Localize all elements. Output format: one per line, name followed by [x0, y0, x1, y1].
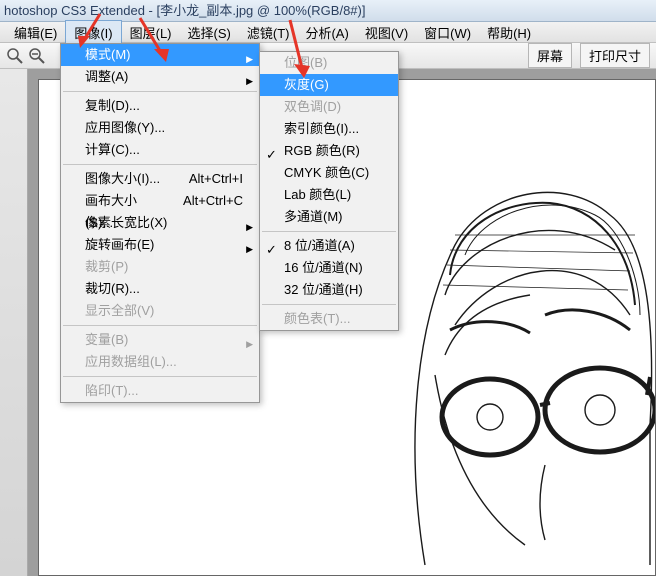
menu-item-label: 图像大小(I)... — [85, 168, 160, 190]
menu-item-label: 复制(D)... — [85, 95, 140, 117]
menu-item-label: 32 位/通道(H) — [284, 279, 363, 301]
menu-item-label: 旋转画布(E) — [85, 234, 154, 256]
menu-item: 双色调(D) — [260, 96, 398, 118]
menu-item-label: 陷印(T)... — [85, 380, 138, 402]
image-menu: 模式(M)▶调整(A)▶复制(D)...应用图像(Y)...计算(C)...图像… — [60, 43, 260, 403]
menu-item-label: 调整(A) — [85, 66, 128, 88]
menu-item[interactable]: 裁切(R)... — [61, 278, 259, 300]
menu-item[interactable]: 应用图像(Y)... — [61, 117, 259, 139]
menu-帮助(H)[interactable]: 帮助(H) — [479, 21, 539, 44]
menu-item-label: 多通道(M) — [284, 206, 343, 228]
menu-滤镜(T)[interactable]: 滤镜(T) — [239, 21, 298, 44]
menu-item-label: 像素长宽比(X) — [85, 212, 167, 234]
menu-item[interactable]: 画布大小(S)... Alt+Ctrl+C — [61, 190, 259, 212]
magnify-minus-icon — [28, 47, 46, 65]
menu-item[interactable]: 多通道(M) — [260, 206, 398, 228]
menu-item-label: 画布大小(S)... — [85, 190, 159, 212]
menu-item[interactable]: 调整(A)▶ — [61, 66, 259, 88]
menu-item-label: 显示全部(V) — [85, 300, 154, 322]
menu-item[interactable]: 索引颜色(I)... — [260, 118, 398, 140]
menu-item-label: CMYK 颜色(C) — [284, 162, 369, 184]
menu-item[interactable]: 模式(M)▶ — [61, 44, 259, 66]
menu-item-label: 16 位/通道(N) — [284, 257, 363, 279]
separator — [262, 231, 396, 232]
menu-item[interactable]: Lab 颜色(L) — [260, 184, 398, 206]
menu-item-label: 8 位/通道(A) — [284, 235, 355, 257]
menu-item[interactable]: RGB 颜色(R)✓ — [260, 140, 398, 162]
menu-分析(A)[interactable]: 分析(A) — [297, 21, 356, 44]
menu-item[interactable]: 复制(D)... — [61, 95, 259, 117]
mode-submenu: 位图(B)灰度(G)双色调(D)索引颜色(I)...RGB 颜色(R)✓CMYK… — [259, 51, 399, 331]
menu-图像(I)[interactable]: 图像(I) — [65, 20, 121, 45]
menu-视图(V)[interactable]: 视图(V) — [357, 21, 416, 44]
menu-item-shortcut: Alt+Ctrl+C — [183, 190, 243, 212]
menu-编辑(E)[interactable]: 编辑(E) — [6, 21, 65, 44]
menu-item[interactable]: 像素长宽比(X)▶ — [61, 212, 259, 234]
menu-item: 颜色表(T)... — [260, 308, 398, 330]
menu-item-label: Lab 颜色(L) — [284, 184, 351, 206]
menu-item-label: 裁剪(P) — [85, 256, 128, 278]
menu-item[interactable]: CMYK 颜色(C) — [260, 162, 398, 184]
ruler-left — [0, 69, 28, 576]
separator — [63, 325, 257, 326]
print-size-button[interactable]: 打印尺寸 — [580, 43, 650, 68]
menu-item: 裁剪(P) — [61, 256, 259, 278]
menu-item-label: 裁切(R)... — [85, 278, 140, 300]
menu-图层(L)[interactable]: 图层(L) — [122, 21, 180, 44]
menu-item: 显示全部(V) — [61, 300, 259, 322]
menu-item: 陷印(T)... — [61, 380, 259, 402]
menu-item-label: 位图(B) — [284, 52, 327, 74]
menu-item[interactable]: 16 位/通道(N) — [260, 257, 398, 279]
separator — [63, 91, 257, 92]
menu-选择(S)[interactable]: 选择(S) — [180, 21, 239, 44]
menu-item-shortcut: Alt+Ctrl+I — [189, 168, 243, 190]
menu-item-label: 变量(B) — [85, 329, 128, 351]
menu-item: 变量(B)▶ — [61, 329, 259, 351]
menu-item-label: 应用数据组(L)... — [85, 351, 177, 373]
menu-item[interactable]: 旋转画布(E)▶ — [61, 234, 259, 256]
screen-button[interactable]: 屏幕 — [528, 43, 572, 68]
menu-item[interactable]: 32 位/通道(H) — [260, 279, 398, 301]
magnify-icon — [6, 47, 24, 65]
menu-bar: 编辑(E)图像(I)图层(L)选择(S)滤镜(T)分析(A)视图(V)窗口(W)… — [0, 22, 656, 43]
menu-item-label: 应用图像(Y)... — [85, 117, 165, 139]
document-image — [395, 145, 656, 576]
menu-item[interactable]: 灰度(G) — [260, 74, 398, 96]
submenu-arrow-icon: ▶ — [246, 70, 253, 92]
menu-item[interactable]: 计算(C)... — [61, 139, 259, 161]
menu-item-label: 灰度(G) — [284, 74, 329, 96]
menu-窗口(W)[interactable]: 窗口(W) — [416, 21, 479, 44]
menu-item-label: 计算(C)... — [85, 139, 140, 161]
menu-item-label: 模式(M) — [85, 44, 131, 66]
menu-item[interactable]: 8 位/通道(A)✓ — [260, 235, 398, 257]
separator — [63, 164, 257, 165]
menu-item-label: RGB 颜色(R) — [284, 140, 360, 162]
menu-item-label: 双色调(D) — [284, 96, 341, 118]
separator — [63, 376, 257, 377]
menu-item[interactable]: 图像大小(I)... Alt+Ctrl+I — [61, 168, 259, 190]
menu-item-label: 索引颜色(I)... — [284, 118, 359, 140]
menu-item: 应用数据组(L)... — [61, 351, 259, 373]
separator — [262, 304, 396, 305]
menu-item: 位图(B) — [260, 52, 398, 74]
menu-item-label: 颜色表(T)... — [284, 308, 350, 330]
